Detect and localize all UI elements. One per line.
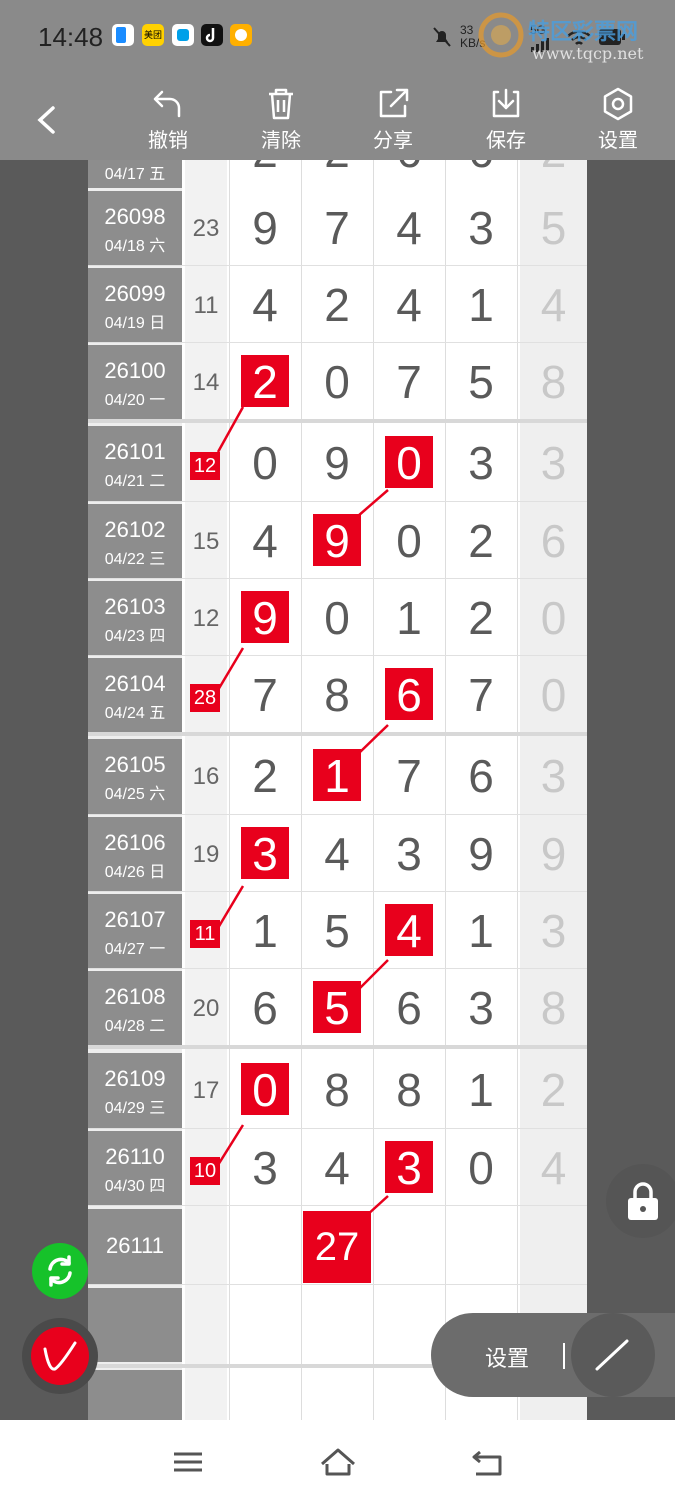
- pill-separator: [563, 1343, 565, 1369]
- tool-pill: 设置: [431, 1313, 675, 1397]
- trend-line: [216, 406, 245, 453]
- settings-label: 设置: [598, 130, 638, 152]
- toolbar: 撤销 清除 分享 保存 设置: [0, 78, 675, 160]
- save-label: 保存: [486, 130, 526, 152]
- tiktok-icon: [201, 24, 223, 46]
- share-label: 分享: [373, 130, 413, 152]
- line-tool-button[interactable]: [571, 1313, 655, 1397]
- trend-lines: [216, 406, 389, 1217]
- trend-line: [357, 959, 389, 991]
- lock-icon: [628, 1182, 658, 1220]
- watermark-logo-icon: [478, 12, 524, 58]
- back-button[interactable]: [28, 100, 68, 140]
- back-nav-button[interactable]: [468, 1442, 508, 1482]
- share-icon: [379, 88, 409, 118]
- trend-line: [216, 647, 245, 691]
- undo-icon: [153, 90, 181, 118]
- menu-button[interactable]: [168, 1442, 208, 1482]
- save-button[interactable]: 保存: [471, 86, 541, 153]
- status-time: 14:48: [38, 22, 104, 52]
- trend-line: [357, 489, 389, 517]
- speed-value: 33: [460, 23, 474, 37]
- nav-bar: [0, 1420, 675, 1500]
- clear-button[interactable]: 清除: [246, 86, 316, 153]
- pen-button[interactable]: [22, 1318, 98, 1394]
- refresh-icon: [48, 1255, 72, 1287]
- status-bar: 14:48 美团 33 KB/s 5G 特区彩票网 www.tqcp.net: [0, 0, 675, 78]
- app-icon: [112, 24, 134, 46]
- trend-line: [365, 1195, 389, 1217]
- refresh-button[interactable]: [32, 1243, 88, 1299]
- undo-label: 撤销: [148, 130, 188, 152]
- lock-button[interactable]: [606, 1164, 675, 1238]
- home-button[interactable]: [318, 1442, 358, 1482]
- trend-line: [357, 724, 389, 755]
- trend-chart[interactable]: 04/17 五 2 2 6 6 2 2609804/18 六2397435260…: [88, 160, 587, 1420]
- settings-button[interactable]: 设置: [583, 86, 653, 153]
- pill-settings-button[interactable]: 设置: [485, 1341, 529, 1373]
- meituan-icon: 美团: [142, 24, 164, 46]
- trend-line: [216, 1124, 245, 1166]
- trash-icon: [269, 88, 293, 120]
- chevron-left-icon: [37, 106, 55, 134]
- download-icon: [492, 88, 520, 118]
- watermark-title: 特区彩票网: [528, 19, 639, 45]
- app-icon: [230, 24, 252, 46]
- home-icon: [321, 1448, 355, 1476]
- mute-icon: [433, 27, 451, 47]
- gear-icon: [603, 87, 633, 121]
- return-icon: [472, 1450, 502, 1476]
- trend-line: [216, 885, 245, 929]
- share-button[interactable]: 分享: [358, 86, 428, 153]
- pen-stroke-icon: [43, 1341, 77, 1371]
- line-tool-icon: [595, 1339, 629, 1371]
- menu-icon: [174, 1452, 202, 1472]
- pen-button-inner: [31, 1327, 89, 1385]
- app-icon: [172, 24, 194, 46]
- watermark-url: www.tqcp.net: [532, 44, 644, 63]
- undo-button[interactable]: 撤销: [133, 86, 203, 153]
- clear-label: 清除: [261, 130, 301, 152]
